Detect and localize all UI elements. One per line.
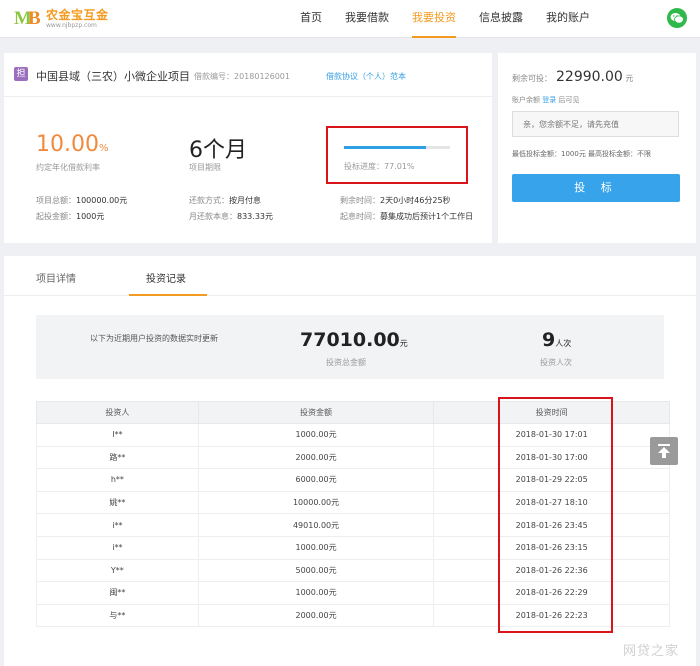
cell-investor: h** xyxy=(36,468,199,492)
invest-amount-input[interactable] xyxy=(512,111,679,137)
cell-amount: 5000.00元 xyxy=(197,558,435,583)
cell-time: 2018-01-29 22:05 xyxy=(433,468,670,492)
account-balance: 账户余额 登录 后可见 xyxy=(512,96,580,104)
cell-investor: l** xyxy=(36,423,199,447)
cell-amount: 1000.00元 xyxy=(197,423,435,447)
table-row: h** 6000.00元 2018-01-29 22:05 xyxy=(36,468,670,492)
watermark-text: 网贷之家 xyxy=(623,644,680,659)
table-row: 路** 2000.00元 2018-01-30 17:00 xyxy=(36,445,670,470)
table-row: l** 1000.00元 2018-01-30 17:01 xyxy=(36,423,670,447)
cell-amount: 2000.00元 xyxy=(197,603,435,628)
project-term-label: 项目期限 xyxy=(189,163,221,172)
cell-amount: 2000.00元 xyxy=(197,445,435,470)
cell-investor: 路** xyxy=(36,445,199,470)
table-row: 与** 2000.00元 2018-01-26 22:23 xyxy=(36,603,670,628)
progress-bar-fill xyxy=(344,146,426,149)
annual-rate-label: 约定年化借款利率 xyxy=(36,163,100,172)
main-nav: 首页 我要借款 我要投资 信息披露 我的账户 xyxy=(300,0,613,38)
cell-investor: 姚** xyxy=(36,490,199,515)
invest-limits: 最低投标金额：1000元 最高投标金额：不限 xyxy=(512,150,652,158)
nav-borrow[interactable]: 我要借款 xyxy=(345,0,389,38)
detail-tabs: 项目详情 投资记录 xyxy=(4,256,696,296)
cell-amount: 1000.00元 xyxy=(197,581,435,605)
remaining-time: 剩余时间：2天0小时46分25秒 xyxy=(340,196,451,205)
summary-note: 以下为近期用户投资的数据实时更新 xyxy=(90,334,218,343)
active-tab-indicator xyxy=(129,294,207,296)
cell-amount: 49010.00元 xyxy=(197,513,435,537)
nav-home[interactable]: 首页 xyxy=(300,0,322,38)
loan-agreement-link[interactable]: 借款协议（个人）范本 xyxy=(326,71,406,82)
login-link[interactable]: 登录 xyxy=(542,96,556,104)
logo-text: 农金宝互金 xyxy=(46,8,109,22)
logo-mark-icon: MB xyxy=(14,8,41,29)
table-row: 闽** 1000.00元 2018-01-26 22:29 xyxy=(36,581,670,605)
invest-panel: 剩余可投：22990.00 元 账户余额 登录 后可见 最低投标金额：1000元… xyxy=(498,53,696,243)
cell-time: 2018-01-26 22:29 xyxy=(433,581,670,605)
interest-start: 起息时间：募集成功后预计1个工作日 xyxy=(340,212,474,221)
cell-time: 2018-01-30 17:01 xyxy=(433,423,670,447)
cell-investor: 闽** xyxy=(36,581,199,605)
cell-time: 2018-01-26 23:15 xyxy=(433,535,670,560)
cell-investor: i** xyxy=(36,513,199,537)
cell-amount: 1000.00元 xyxy=(197,535,435,560)
project-header: 担 中国县域（三农）小微企业项目 借款编号：20180126001 借款协议（个… xyxy=(4,53,492,97)
invest-records-table: 投资人 投资金额 投资时间 l** 1000.00元 2018-01-30 17:0… xyxy=(36,401,670,628)
project-card: 担 中国县域（三农）小微企业项目 借款编号：20180126001 借款协议（个… xyxy=(4,53,492,243)
cell-time: 2018-01-26 22:23 xyxy=(433,603,670,628)
column-header-investor: 投资人 xyxy=(36,401,199,424)
progress-highlight-box: 投标进度：77.01% xyxy=(326,126,468,184)
monthly-repay: 月还款本息：833.33元 xyxy=(189,212,273,221)
invest-button[interactable]: 投 标 xyxy=(512,174,680,202)
repay-method: 还款方式：按月付息 xyxy=(189,196,261,205)
wechat-icon[interactable] xyxy=(667,8,687,28)
summary-total-amount: 77010.00元 xyxy=(300,329,408,351)
summary-investor-count-label: 投资人次 xyxy=(540,358,572,367)
cell-time: 2018-01-27 18:10 xyxy=(433,490,670,515)
cell-investor: Y** xyxy=(36,558,199,583)
summary-investor-count: 9人次 xyxy=(542,329,572,351)
project-total: 项目总额：100000.00元 xyxy=(36,196,128,205)
loan-code: 借款编号：20180126001 xyxy=(194,72,290,81)
cell-time: 2018-01-30 17:00 xyxy=(433,445,670,470)
table-row: 姚** 10000.00元 2018-01-27 18:10 xyxy=(36,490,670,515)
available-amount: 剩余可投： 22990.00 元 xyxy=(512,69,634,85)
table-row: Y** 5000.00元 2018-01-26 22:36 xyxy=(36,558,670,583)
table-row: i** 49010.00元 2018-01-26 23:45 xyxy=(36,513,670,537)
project-title: 中国县域（三农）小微企业项目 xyxy=(36,70,190,83)
progress-bar xyxy=(344,146,450,149)
nav-invest[interactable]: 我要投资 xyxy=(412,0,456,38)
min-invest: 起投金额：1000元 xyxy=(36,212,105,221)
cell-investor: i** xyxy=(36,535,199,560)
top-header: MB 农金宝互金 www.njbpzp.com 首页 我要借款 我要投资 信息披… xyxy=(0,0,700,38)
column-header-time: 投资时间 xyxy=(433,401,670,424)
site-logo[interactable]: MB 农金宝互金 www.njbpzp.com xyxy=(14,8,109,30)
nav-account[interactable]: 我的账户 xyxy=(546,0,590,38)
annual-rate: 10.00% xyxy=(36,132,109,157)
progress-label: 投标进度：77.01% xyxy=(344,162,415,171)
project-term: 6个月 xyxy=(189,138,247,163)
back-to-top-button[interactable] xyxy=(650,437,678,465)
arrow-up-icon xyxy=(658,444,670,458)
tab-invest-records[interactable]: 投资记录 xyxy=(146,270,186,285)
table-row: i** 1000.00元 2018-01-26 23:15 xyxy=(36,535,670,560)
tab-project-details[interactable]: 项目详情 xyxy=(36,270,76,285)
cell-amount: 10000.00元 xyxy=(197,490,435,515)
column-header-amount: 投资金额 xyxy=(197,401,435,424)
table-header-row: 投资人 投资金额 投资时间 xyxy=(36,401,670,424)
cell-investor: 与** xyxy=(36,603,199,628)
detail-section: 项目详情 投资记录 以下为近期用户投资的数据实时更新 77010.00元 投资总… xyxy=(4,256,696,666)
summary-total-amount-label: 投资总金额 xyxy=(326,358,366,367)
guarantee-badge: 担 xyxy=(14,67,28,81)
cell-amount: 6000.00元 xyxy=(197,468,435,492)
logo-url: www.njbpzp.com xyxy=(46,22,97,29)
cell-time: 2018-01-26 23:45 xyxy=(433,513,670,537)
nav-disclosure[interactable]: 信息披露 xyxy=(479,0,523,38)
invest-summary: 以下为近期用户投资的数据实时更新 77010.00元 投资总金额 9人次 投资人… xyxy=(36,315,664,379)
cell-time: 2018-01-26 22:36 xyxy=(433,558,670,583)
